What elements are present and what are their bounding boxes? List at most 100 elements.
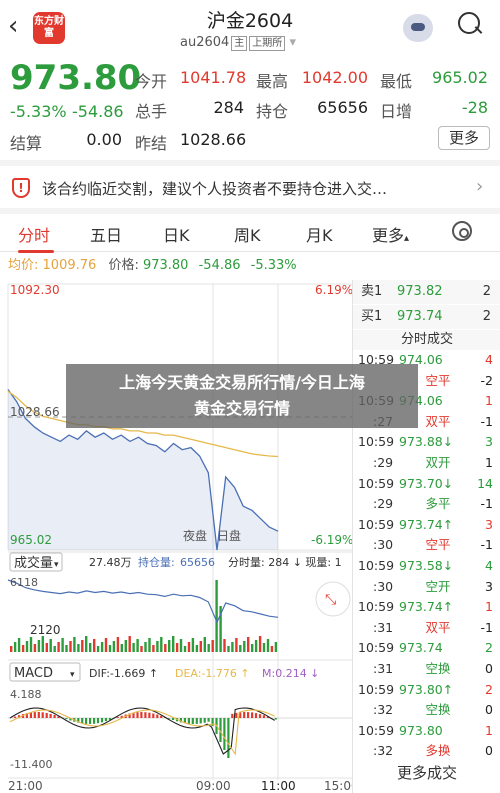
volume-bar: [187, 642, 191, 652]
volume-bar: [199, 641, 202, 652]
tab-five-day[interactable]: 五日: [90, 222, 122, 246]
oi-value: 65656: [317, 98, 368, 117]
current-price: 973.80: [10, 58, 142, 98]
trade-panel: 卖1 973.82 2 买1 973.74 2 分时成交 10:59 974.06…: [352, 280, 500, 793]
trade-type: 双平: [425, 413, 451, 429]
prev-settle-label: 昨结: [135, 134, 168, 153]
robot-assistant-icon[interactable]: [403, 14, 433, 42]
trade-row: 10:59 973.74 2: [353, 638, 500, 658]
volume-bar: [120, 644, 123, 652]
bid1-vol: 2: [482, 309, 491, 324]
trade-volume: 0: [485, 702, 493, 718]
macd-bar: [274, 718, 277, 720]
trade-time: 10:59: [358, 516, 395, 532]
trade-time: :30: [373, 578, 394, 594]
volume-bar: [116, 637, 120, 652]
volume-bar: [191, 638, 195, 652]
expand-arrows-icon[interactable]: ⤡: [325, 592, 336, 608]
macd-bar: [207, 718, 210, 722]
macd-bar: [89, 718, 92, 724]
volume-bar: [33, 644, 37, 652]
volume-bar: [21, 645, 25, 652]
volume-label: 总手: [135, 102, 168, 121]
settle-value: 0.00: [86, 130, 122, 149]
gear-icon[interactable]: [452, 221, 472, 241]
trade-volume: 3: [485, 434, 493, 450]
tab-daily-k[interactable]: 日K: [163, 222, 190, 246]
macd-m: M:0.214 ↓: [262, 667, 319, 680]
volume-bar: [160, 637, 163, 652]
trade-time: 10:59: [358, 722, 395, 738]
trade-time: :29: [373, 496, 394, 512]
volume-bar: [132, 643, 135, 652]
volume-bar: [17, 638, 21, 652]
trade-type: 空换: [425, 702, 451, 718]
trade-time: :32: [373, 743, 394, 759]
macd-bar: [116, 717, 119, 718]
macd-bar: [160, 715, 163, 718]
trade-volume: -1: [480, 619, 493, 635]
macd-bar: [33, 712, 36, 718]
volume-bar: [211, 640, 214, 652]
trade-type: 双开: [425, 455, 451, 470]
vol-top-label: 6118: [10, 576, 38, 589]
volume-bar: [69, 641, 72, 652]
volume-bar: [10, 646, 13, 652]
trade-row: 10:59 973.70↓ 14: [353, 474, 500, 494]
tab-weekly-k[interactable]: 周K: [234, 222, 261, 246]
avg-label: 均价:: [8, 258, 39, 273]
vol-total: 27.48万: [89, 556, 132, 569]
high-value: 1042.00: [301, 68, 368, 87]
trade-row: :32 空换 0: [353, 700, 500, 720]
chevron-right-icon: ›: [476, 176, 484, 197]
low-value: 965.02: [432, 68, 488, 87]
chevron-down-icon[interactable]: ▾: [289, 35, 296, 50]
trade-row: 10:59 973.58↓ 4: [353, 556, 500, 576]
volume-bar: [243, 641, 246, 652]
chart-tabs: 分时 五日 日K 周K 月K 更多▴: [0, 208, 500, 253]
delivery-notice[interactable]: ! 该合约临近交割，建议个人投资者不要持仓进入交… ›: [0, 160, 500, 206]
trade-time: :32: [373, 702, 394, 718]
trade-volume: 14: [477, 475, 493, 491]
pct-top-label: 6.19%: [315, 283, 353, 297]
trade-price: 973.58↓: [399, 558, 454, 573]
macd-bar: [223, 718, 226, 750]
avg-value: 1009.76: [42, 258, 97, 273]
macd-dea: DEA:-1.776 ↑: [175, 667, 250, 680]
volume-bar: [231, 642, 234, 652]
oi-label: 持仓: [256, 102, 289, 121]
macd-bar: [49, 713, 52, 718]
trade-row: 10:59 973.88↓ 3: [353, 432, 500, 452]
search-icon[interactable]: [458, 12, 484, 38]
macd-bar: [41, 712, 44, 718]
tab-more[interactable]: 更多▴: [372, 222, 409, 246]
contract-code[interactable]: au2604 主上期所 ▾: [180, 35, 296, 51]
volume-bar: [96, 646, 100, 652]
bid1-row[interactable]: 买1 973.74 2: [353, 305, 500, 329]
macd-indicator-label[interactable]: MACD: [14, 666, 53, 681]
trade-type: 多换: [425, 743, 451, 759]
trade-volume: -1: [480, 537, 493, 553]
more-trades-button[interactable]: 更多成交: [353, 762, 500, 783]
volume-bar: [25, 641, 29, 652]
trade-type: 双平: [425, 619, 451, 635]
volume-bar: [140, 646, 143, 652]
volume-bar: [175, 643, 179, 652]
trade-price: 973.88↓: [399, 434, 454, 450]
tab-monthly-k[interactable]: 月K: [306, 222, 333, 246]
ask1-row[interactable]: 卖1 973.82 2: [353, 280, 500, 304]
more-quote-button[interactable]: 更多: [438, 126, 490, 150]
volume-indicator-label[interactable]: 成交量: [14, 555, 53, 571]
trade-volume: 4: [485, 352, 493, 367]
headline-text: 上海今天黄金交易所行情/今日上海 黄金交易行情: [66, 370, 418, 422]
tab-more-arrow-icon: ▴: [404, 233, 410, 244]
y-bottom-label: 965.02: [10, 533, 52, 547]
tab-intraday[interactable]: 分时: [18, 222, 50, 246]
change-amount: -54.86: [72, 102, 124, 121]
trade-price: 973.80↑: [399, 681, 454, 697]
volume-bar: [258, 636, 262, 652]
shield-warning-icon: !: [12, 178, 30, 198]
trade-type: 空平: [425, 372, 451, 388]
volume-bar: [136, 639, 139, 652]
trade-volume: 2: [485, 640, 493, 656]
